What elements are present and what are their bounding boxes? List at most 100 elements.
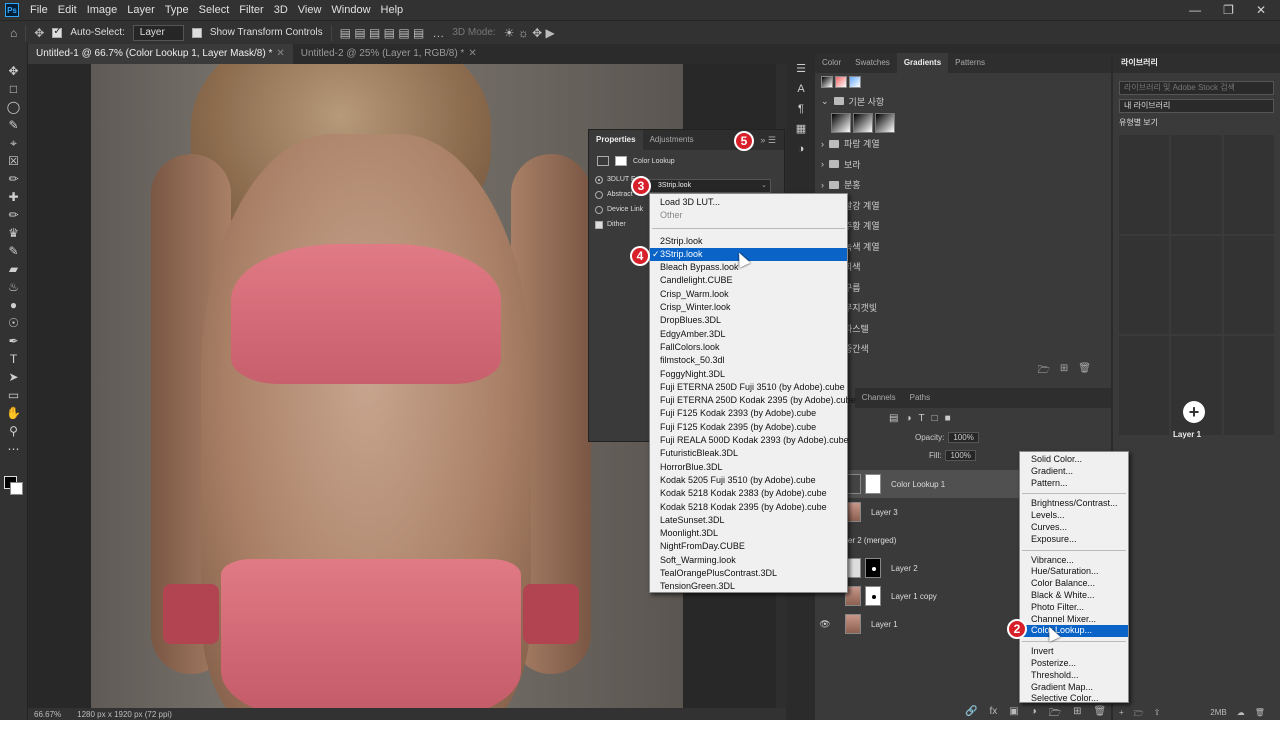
gradient-folder[interactable]: ›중간색 [815,339,1111,360]
menu-image[interactable]: Image [82,0,123,20]
type-tool-icon[interactable]: T [4,350,24,368]
menu-layer[interactable]: Layer [122,0,160,20]
lut-menu-item[interactable]: FallColors.look [650,341,847,354]
lut-menu-item[interactable]: 2Strip.look [650,235,847,248]
lut-menu-item[interactable]: Fuji REALA 500D Kodak 2393 (by Adobe).cu… [650,434,849,447]
adjustment-menu-item[interactable]: Gradient Map... [1020,682,1128,694]
minimize-icon[interactable]: — [1189,3,1201,17]
restore-icon[interactable]: ❐ [1223,3,1234,17]
tab-patterns[interactable]: Patterns [948,53,992,73]
new-layer-icon[interactable]: ⊞ [1073,706,1081,720]
pen-tool-icon[interactable]: ✒ [4,332,24,350]
menu-window[interactable]: Window [326,0,375,20]
hand-tool-icon[interactable]: ✋ [4,404,24,422]
history-icon[interactable]: ☰ [793,62,809,76]
trash-icon[interactable]: 🗑 [1078,363,1091,380]
adjustment-menu-item[interactable]: Brightness/Contrast... [1020,498,1128,510]
3d-tools-icons[interactable]: ☀ ☼ ✥ ▶ [504,26,555,40]
layer-mask-thumb[interactable] [865,558,881,578]
lut-menu-item[interactable]: filmstock_50.3dl [650,354,847,367]
background-color-swatch[interactable] [10,482,23,495]
adjustment-layer-icon[interactable]: ◑ [1031,706,1037,720]
filter-shape-icon[interactable]: □ [932,413,938,424]
paint-bucket-icon[interactable]: ♨ [4,278,24,296]
zoom-level[interactable]: 66.67% [34,710,61,719]
lut-menu-item[interactable]: FuturisticBleak.3DL [650,447,847,460]
adjustment-menu-item[interactable]: Vibrance... [1020,555,1128,567]
adjustment-menu-item[interactable]: Hue/Saturation... [1020,566,1128,578]
gradient-folder[interactable]: › 보라 [815,154,1111,175]
tab-swatches[interactable]: Swatches [848,53,897,73]
auto-select-checkbox[interactable] [52,26,63,38]
adjustment-menu-item[interactable]: Gradient... [1020,466,1128,478]
layer-mask-thumb[interactable] [865,586,881,606]
clone-stamp-icon[interactable]: ♛ [4,224,24,242]
gradient-swatch[interactable] [875,112,895,133]
tab-channels[interactable]: Channels [855,388,903,408]
gradient-folder[interactable]: ›녹색 계열 [815,236,1111,257]
menu-filter[interactable]: Filter [234,0,268,20]
history-brush-icon[interactable]: ✎ [4,242,24,260]
adjustment-menu-item[interactable]: Curves... [1020,522,1128,534]
shape-tool-icon[interactable]: ▭ [4,386,24,404]
lut-menu-item[interactable]: NightFromDay.CUBE [650,540,847,553]
close-icon[interactable]: ✕ [1256,3,1266,17]
layer-select-dropdown[interactable]: Layer [132,24,184,41]
adjustment-menu-item[interactable]: Posterize... [1020,658,1128,670]
lut-menu-item[interactable]: TensionGreen.3DL [650,580,847,593]
gradient-folder[interactable]: ⌄ 기본 사항 [815,91,1111,112]
more-tools-icon[interactable]: ⋯ [4,440,24,458]
menu-select[interactable]: Select [194,0,235,20]
library-search-input[interactable]: 라이브러리 및 Adobe Stock 검색 [1119,81,1274,95]
adjustment-menu-item[interactable]: Channel Mixer... [1020,614,1128,626]
gradient-swatch[interactable] [831,112,851,133]
menu-view[interactable]: View [293,0,327,20]
link-icon[interactable]: 🔗 [965,706,977,720]
zoom-tool-icon[interactable]: ⚲ [4,422,24,440]
lut-menu-item[interactable]: Kodak 5218 Kodak 2395 (by Adobe).cube [650,501,847,514]
mask-icon[interactable] [615,156,627,166]
dither-checkbox[interactable] [595,220,603,229]
lut-file-select[interactable]: 3Strip.look ⌄ [649,179,771,193]
libraries-tab[interactable]: 라이브러리 [1113,53,1280,73]
new-group-icon[interactable]: 🗁 [1038,363,1050,380]
adjustment-menu-item[interactable]: Color Balance... [1020,578,1128,590]
lut-menu-item[interactable]: Crisp_Winter.look [650,301,847,314]
adjustment-menu-item[interactable]: Solid Color... [1020,454,1128,466]
blur-tool-icon[interactable]: ● [4,296,24,314]
dodge-tool-icon[interactable]: ☉ [4,314,24,332]
menu-3d[interactable]: 3D [269,0,293,20]
menu-help[interactable]: Help [376,0,409,20]
folder-icon[interactable]: 🗁 [1134,708,1144,720]
lut-menu-item[interactable]: Fuji F125 Kodak 2395 (by Adobe).cube [650,421,847,434]
fx-icon[interactable]: fx [989,706,997,720]
gradient-swatch[interactable] [849,76,861,88]
crop-tool-icon[interactable]: ⌖ [4,134,24,152]
gradient-swatch[interactable] [835,76,847,88]
library-item[interactable] [1119,135,1170,234]
opacity-input[interactable]: 100% [948,431,979,443]
lasso-tool-icon[interactable]: ◯ [4,98,24,116]
library-item[interactable] [1171,235,1222,335]
library-item[interactable] [1171,135,1222,234]
lut-menu-item[interactable]: Soft_Warming.look [650,554,847,567]
close-tab-icon[interactable]: ✕ [468,48,476,59]
gradient-swatch[interactable] [821,76,833,88]
healing-brush-icon[interactable]: ✚ [4,188,24,206]
lut-menu-item[interactable]: EdgyAmber.3DL [650,328,847,341]
character-icon[interactable]: A [793,82,809,96]
library-item[interactable] [1223,135,1274,234]
gradient-folder[interactable]: ›무지갯빛 [815,298,1111,319]
lut-file-radio[interactable] [595,175,603,184]
tab-gradients[interactable]: Gradients [896,53,949,73]
library-item[interactable] [1223,235,1274,335]
eraser-tool-icon[interactable]: ▰ [4,260,24,278]
lut-menu-item[interactable]: Fuji ETERNA 250D Kodak 2395 (by Adobe).c… [650,394,856,407]
lut-menu-item[interactable]: Kodak 5205 Fuji 3510 (by Adobe).cube [650,474,847,487]
adjustment-menu-item[interactable]: Exposure... [1020,534,1128,546]
more-options-icon[interactable]: … [432,26,444,40]
fill-input[interactable]: 100% [945,449,976,461]
gradient-folder[interactable]: › 파랑 계열 [815,134,1111,155]
tab-paths[interactable]: Paths [903,388,937,408]
view-by-type-dropdown[interactable]: 유형별 보기 [1113,115,1280,131]
